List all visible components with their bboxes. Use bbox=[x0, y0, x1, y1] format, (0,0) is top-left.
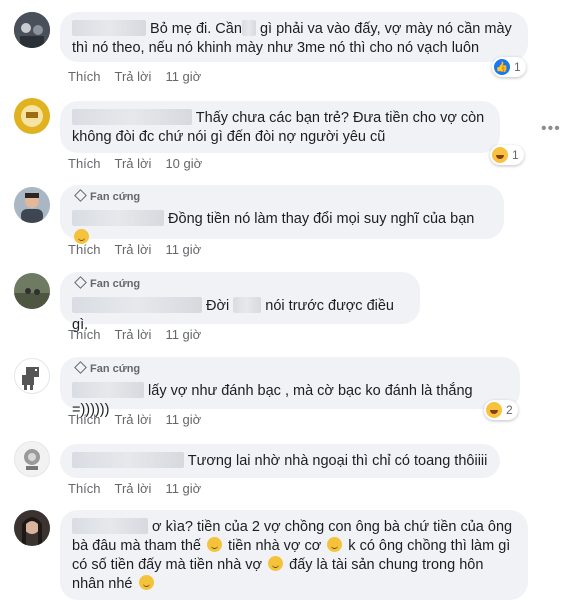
comment-bubble: Fan cứng Đời nói trước được điều gì. bbox=[60, 272, 420, 333]
like-link[interactable]: Thích bbox=[68, 327, 101, 342]
like-link[interactable]: Thích bbox=[68, 242, 101, 257]
blurred-name bbox=[72, 297, 202, 313]
smile-emoji-icon bbox=[268, 556, 284, 571]
smile-emoji-icon bbox=[138, 575, 154, 590]
timestamp[interactable]: 10 giờ bbox=[165, 156, 202, 171]
reply-link[interactable]: Trả lời bbox=[115, 156, 152, 171]
like-icon: 👍 bbox=[494, 59, 510, 75]
diamond-icon bbox=[74, 189, 87, 202]
reply-link[interactable]: Trả lời bbox=[115, 327, 152, 342]
reaction-count[interactable]: 1 bbox=[490, 145, 524, 165]
fan-badge: Fan cứng bbox=[72, 276, 408, 292]
like-link[interactable]: Thích bbox=[68, 481, 101, 496]
more-options-icon[interactable]: ••• bbox=[541, 120, 561, 138]
comment-actions: Thích Trả lời 10 giờ bbox=[68, 155, 216, 173]
comment-bubble: Bỏ mẹ đi. Cần gì phải va vào đấy, vợ mày… bbox=[60, 12, 528, 62]
diamond-icon bbox=[74, 276, 87, 289]
reply-link[interactable]: Trả lời bbox=[115, 481, 152, 496]
comment-actions: Thích Trả lời 11 giờ bbox=[68, 411, 215, 429]
avatar[interactable] bbox=[14, 510, 50, 546]
comment-text: Thấy chưa các bạn trẻ? Đưa tiền cho vợ c… bbox=[195, 110, 485, 126]
timestamp[interactable]: 11 giờ bbox=[165, 412, 201, 427]
blurred-word bbox=[241, 20, 256, 36]
comment-text: đấy là tài sản chung trong hôn bbox=[289, 557, 484, 573]
comment-bubble: Fan cứng Đồng tiền nó làm thay đổi mọi s… bbox=[60, 185, 504, 244]
smile-emoji-icon bbox=[207, 537, 223, 552]
comment-actions: Thích Trả lời 11 giờ bbox=[68, 326, 215, 344]
comment-text: bà đâu mà tham thế bbox=[72, 538, 201, 554]
smile-emoji-icon bbox=[327, 537, 343, 552]
avatar[interactable] bbox=[14, 441, 50, 477]
blurred-name bbox=[72, 382, 144, 398]
fan-badge: Fan cứng bbox=[72, 189, 492, 205]
avatar[interactable] bbox=[14, 358, 50, 394]
timestamp[interactable]: 11 giờ bbox=[165, 327, 201, 342]
avatar[interactable] bbox=[14, 187, 50, 223]
timestamp[interactable]: 11 giờ bbox=[165, 242, 201, 257]
avatar[interactable] bbox=[14, 273, 50, 309]
comment-text: có số tiền đấy mà tiền nhà vợ bbox=[72, 557, 263, 573]
comment-text: thì nó theo, nếu nó khinh mày như 3me nó… bbox=[72, 40, 480, 56]
like-link[interactable]: Thích bbox=[68, 412, 101, 427]
comment-text: Đời bbox=[206, 298, 230, 314]
fan-badge: Fan cứng bbox=[72, 361, 508, 377]
reaction-count[interactable]: 2 bbox=[484, 400, 518, 420]
comment-actions: Thích Trả lời 11 giờ bbox=[68, 68, 215, 86]
reply-link[interactable]: Trả lời bbox=[115, 412, 152, 427]
blurred-name bbox=[72, 20, 146, 36]
avatar[interactable] bbox=[14, 98, 50, 134]
comment-text: ơ kìa? tiền của 2 vợ chồng con ông bà ch… bbox=[152, 519, 513, 535]
blurred-name bbox=[72, 210, 164, 226]
timestamp[interactable]: 11 giờ bbox=[165, 481, 201, 496]
comment-bubble: Thấy chưa các bạn trẻ? Đưa tiền cho vợ c… bbox=[60, 101, 500, 153]
comment-text: tiền nhà vợ cơ bbox=[228, 538, 322, 554]
comment-bubble: Tương lai nhờ nhà ngoại thì chỉ có toang… bbox=[60, 444, 500, 478]
timestamp[interactable]: 11 giờ bbox=[165, 69, 201, 84]
comment-text: gì phải va vào đấy, vợ mày nó cần mày bbox=[259, 21, 512, 37]
avatar[interactable] bbox=[14, 12, 50, 48]
reaction-count[interactable]: 👍 1 bbox=[492, 57, 526, 77]
blurred-word bbox=[233, 297, 262, 313]
comment-bubble: Fan cứng lấy vợ như đánh bạc , mà cờ bạc… bbox=[60, 357, 520, 418]
diamond-icon bbox=[74, 361, 87, 374]
blurred-name bbox=[72, 518, 148, 534]
reply-link[interactable]: Trả lời bbox=[115, 69, 152, 84]
haha-icon bbox=[486, 402, 502, 418]
comment-text: Đồng tiền nó làm thay đổi mọi suy nghĩ c… bbox=[168, 211, 475, 227]
haha-icon bbox=[492, 147, 508, 163]
comment-text: k có ông chồng thì làm gì bbox=[348, 538, 511, 554]
comment-text: Bỏ mẹ đi. Cần bbox=[150, 21, 242, 37]
comment-bubble: ơ kìa? tiền của 2 vợ chồng con ông bà ch… bbox=[60, 510, 528, 600]
blurred-name bbox=[72, 109, 192, 125]
blurred-name bbox=[72, 452, 184, 468]
like-link[interactable]: Thích bbox=[68, 156, 101, 171]
comment-text: không đòi đc chứ nói gì đến đòi nợ người… bbox=[72, 129, 386, 145]
comment-text: Tương lai nhờ nhà ngoại thì chỉ có toang… bbox=[187, 453, 488, 469]
like-link[interactable]: Thích bbox=[68, 69, 101, 84]
comment-actions: Thích Trả lời 11 giờ bbox=[68, 241, 215, 259]
reply-link[interactable]: Trả lời bbox=[115, 242, 152, 257]
comment-actions: Thích Trả lời 11 giờ bbox=[68, 480, 215, 498]
